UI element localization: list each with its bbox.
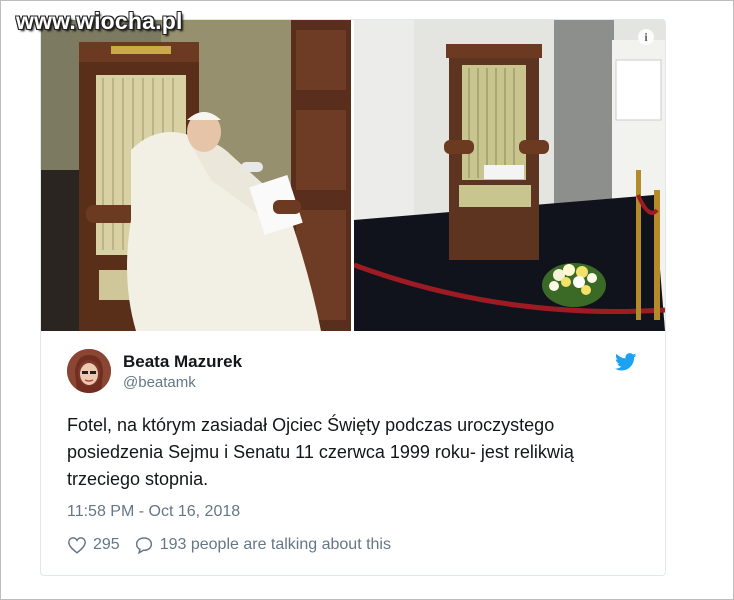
photo-pope-illustration [41,20,351,331]
tweet-actions: 295 193 people are talking about this [67,536,391,554]
avatar-portrait-icon [67,349,111,393]
author-handle[interactable]: @beatamk [123,374,196,391]
author-name[interactable]: Beata Mazurek [123,352,242,372]
like-count[interactable]: 295 [93,536,120,554]
info-icon[interactable]: i [638,29,654,45]
photo-pope-on-chair[interactable] [41,20,351,331]
conversation-link[interactable]: 193 people are talking about this [160,536,391,554]
twitter-bird-icon[interactable] [615,353,637,371]
avatar[interactable] [67,349,111,393]
site-watermark: www.wiocha.pl [16,8,183,34]
tweet-media[interactable]: i [41,20,665,331]
tweet-timestamp[interactable]: 11:58 PM - Oct 16, 2018 [67,503,240,521]
heart-icon[interactable] [67,536,87,554]
tweet-card[interactable]: i Beata Mazurek @beatamk Fotel, na który… [40,19,666,576]
reply-bubble-icon[interactable] [134,536,154,554]
photo-chair-illustration [354,20,665,331]
tweet-text: Fotel, na którym zasiadał Ojciec Święty … [67,415,574,489]
photo-empty-chair[interactable] [354,20,665,331]
